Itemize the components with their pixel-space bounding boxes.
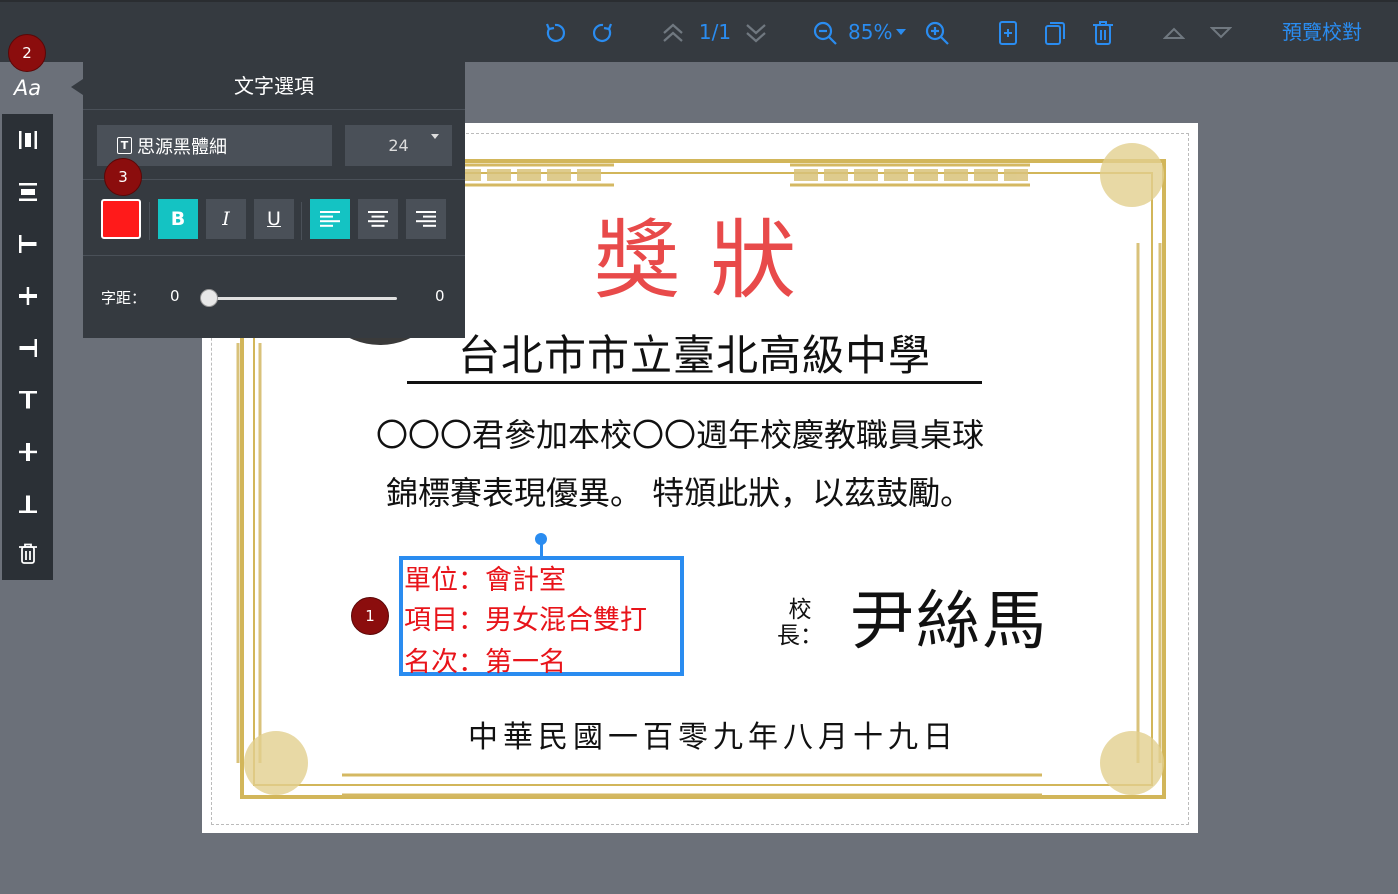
align-text-center-button[interactable]	[358, 199, 398, 239]
align-center-horizontal-icon	[18, 287, 37, 305]
zoom-in-icon	[925, 21, 949, 45]
copy-page-button[interactable]	[1040, 18, 1070, 48]
undo-button[interactable]	[540, 18, 570, 48]
underline-label: U	[267, 208, 281, 230]
redo-icon	[592, 23, 613, 42]
letter-spacing-slider-thumb[interactable]	[200, 289, 218, 307]
panel-divider	[83, 255, 465, 256]
add-page-icon	[999, 21, 1017, 45]
certificate-date-text[interactable]: 中華民國一百零九年八月十九日	[468, 712, 958, 756]
font-family-value: 思源黑體細	[137, 136, 227, 158]
left-tool-strip	[2, 114, 53, 580]
zoom-in-button[interactable]	[922, 18, 952, 48]
align-text-right-button[interactable]	[406, 199, 446, 239]
undo-icon	[545, 23, 566, 42]
prev-page-button[interactable]	[658, 18, 688, 48]
zoom-level-label: 85%	[848, 20, 893, 44]
principal-label[interactable]: 校長：	[770, 597, 830, 649]
zoom-out-icon	[813, 21, 837, 45]
align-center-vertical-button[interactable]	[2, 432, 53, 472]
caret-down-icon	[896, 29, 907, 35]
bold-label: B	[170, 208, 186, 230]
next-page-button[interactable]	[741, 18, 771, 48]
redo-button[interactable]	[588, 18, 618, 48]
align-left-button[interactable]	[2, 224, 53, 264]
font-icon: T	[117, 137, 132, 154]
align-bottom-button[interactable]	[2, 484, 53, 524]
school-name-text[interactable]: 台北市市立臺北高級中學	[407, 328, 982, 384]
certificate-title[interactable]: 獎狀	[560, 190, 860, 315]
align-top-button[interactable]	[2, 380, 53, 420]
underline-button[interactable]: U	[254, 199, 294, 239]
award-rank-text[interactable]: 名次：第一名	[404, 640, 566, 679]
triangle-down-icon	[1210, 27, 1232, 39]
italic-button[interactable]: I	[206, 199, 246, 239]
move-down-button[interactable]	[1206, 20, 1236, 46]
triangle-up-icon	[1163, 27, 1185, 39]
delete-page-button[interactable]	[1088, 18, 1118, 48]
rotate-handle[interactable]	[535, 533, 547, 545]
page-indicator: 1/1	[698, 20, 732, 44]
caret-down-icon	[431, 134, 439, 139]
font-size-value: 24	[388, 136, 409, 155]
text-options-panel: 文字選項 T 思源黑體細 24 B I U 字距： 0 0	[83, 62, 465, 338]
step-badge-1: 1	[351, 597, 389, 635]
align-right-edge-icon	[19, 339, 37, 357]
align-top-edge-icon	[18, 391, 37, 409]
distribute-horizontal-button[interactable]	[2, 120, 53, 160]
distribute-vertical-button[interactable]	[2, 172, 53, 212]
text-align-center-icon	[368, 211, 388, 227]
panel-title: 文字選項	[83, 62, 465, 110]
award-item-text[interactable]: 項目：男女混合雙打	[404, 598, 647, 637]
font-size-select[interactable]: 24	[345, 125, 452, 166]
text-align-right-icon	[416, 211, 436, 227]
certificate-body-line-2[interactable]: 錦標賽表現優異。 特頒此狀，以茲鼓勵。	[386, 468, 972, 514]
toolbar-separator	[301, 202, 302, 240]
text-align-left-icon	[320, 211, 340, 227]
text-color-swatch[interactable]	[101, 199, 141, 239]
align-center-horizontal-button[interactable]	[2, 276, 53, 316]
align-right-button[interactable]	[2, 328, 53, 368]
trash-icon	[1093, 21, 1113, 45]
step-badge-2: 2	[8, 34, 46, 72]
letter-spacing-max-value: 0	[435, 287, 445, 305]
zoom-out-button[interactable]	[810, 18, 840, 48]
trash-icon	[18, 543, 37, 564]
move-up-button[interactable]	[1159, 20, 1189, 46]
copy-icon	[1045, 22, 1065, 45]
top-toolbar: 1/1 85% 預覽校對	[0, 0, 1398, 62]
chevron-double-down-icon	[746, 24, 766, 43]
letter-spacing-slider-track[interactable]	[209, 297, 397, 300]
align-left-edge-icon	[18, 235, 36, 253]
add-page-button[interactable]	[993, 18, 1023, 48]
letter-spacing-value: 0	[170, 287, 180, 305]
chevron-double-up-icon	[663, 23, 683, 42]
award-unit-text[interactable]: 單位：會計室	[404, 558, 566, 597]
toolbar-separator	[149, 202, 150, 240]
preview-proof-button[interactable]: 預覽校對	[1272, 16, 1372, 44]
step-badge-3: 3	[104, 158, 142, 196]
distribute-horizontal-icon	[18, 131, 37, 149]
align-text-left-button[interactable]	[310, 199, 350, 239]
align-center-vertical-icon	[18, 443, 37, 461]
certificate-body-line-1[interactable]: 〇〇〇君參加本校〇〇週年校慶教職員桌球	[376, 410, 984, 456]
panel-pointer-arrow	[71, 79, 83, 95]
principal-name-text[interactable]: 尹絲馬	[850, 570, 1048, 662]
align-bottom-edge-icon	[18, 495, 37, 513]
bold-button[interactable]: B	[158, 199, 198, 239]
letter-spacing-label: 字距：	[101, 289, 147, 307]
italic-label: I	[222, 208, 230, 230]
distribute-vertical-icon	[18, 183, 37, 201]
zoom-level-select[interactable]: 85%	[848, 18, 914, 46]
delete-element-button[interactable]	[2, 534, 53, 574]
